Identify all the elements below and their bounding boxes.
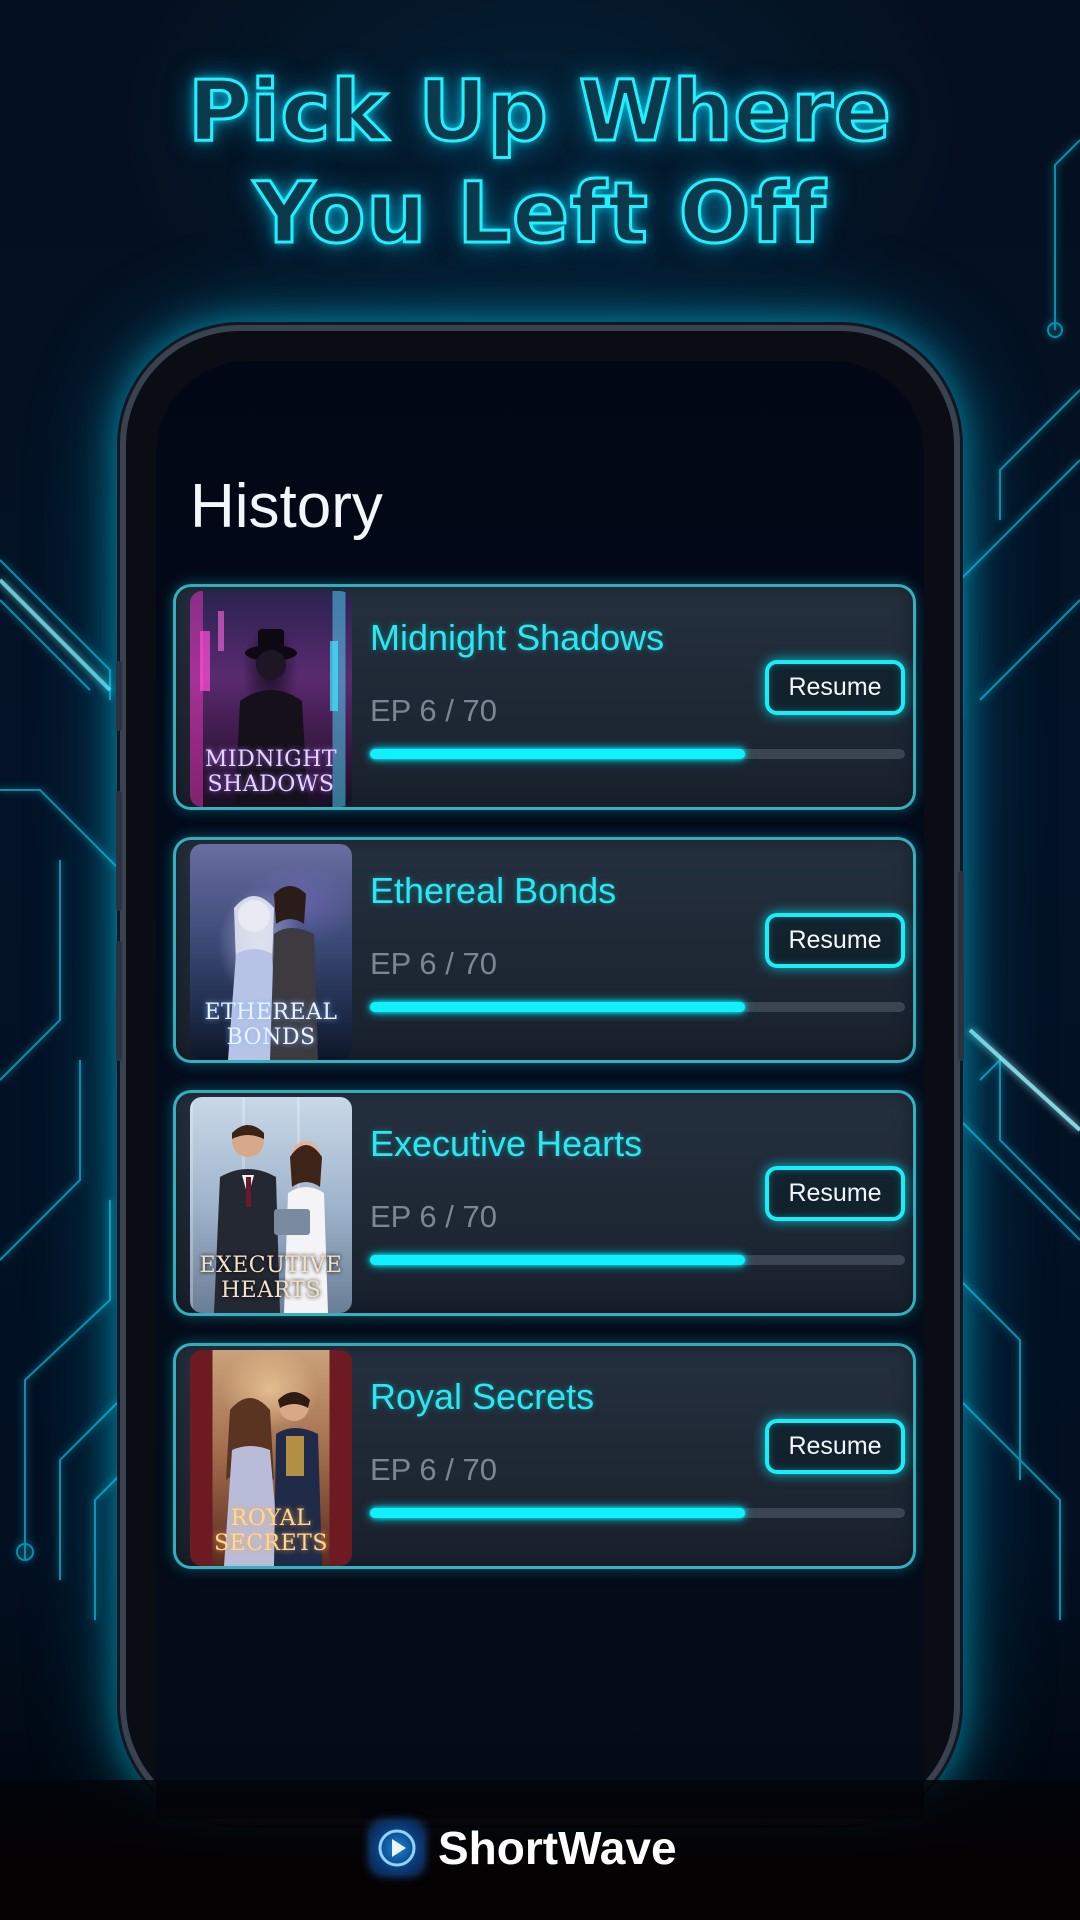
phone-side-button	[116, 661, 122, 731]
resume-button[interactable]: Resume	[765, 1166, 905, 1221]
episode-progress-text: EP 6 / 70	[370, 1199, 497, 1234]
phone-volume-down-button	[116, 941, 122, 1061]
brand-name: ShortWave	[438, 1822, 677, 1874]
cover-title-line-1: MIDNIGHT	[204, 747, 338, 772]
phone-power-button	[958, 871, 964, 1061]
history-item[interactable]: MIDNIGHT SHADOWS Midnight Shadows EP 6 /…	[173, 584, 916, 810]
resume-button[interactable]: Resume	[765, 1419, 905, 1474]
series-title[interactable]: Ethereal Bonds	[370, 870, 616, 912]
progress-bar	[370, 1255, 905, 1265]
episode-progress-text: EP 6 / 70	[370, 693, 497, 728]
series-title[interactable]: Executive Hearts	[370, 1123, 642, 1165]
progress-bar-fill	[370, 1508, 745, 1518]
progress-bar	[370, 749, 905, 759]
cover-title-line-2: HEARTS	[220, 1278, 322, 1303]
history-item[interactable]: EXECUTIVE HEARTS Executive Hearts EP 6 /…	[173, 1090, 916, 1316]
play-wave-logo-icon	[370, 1821, 424, 1875]
cover-image-midnight-shadows[interactable]: MIDNIGHT SHADOWS	[190, 591, 352, 807]
cover-image-ethereal-bonds[interactable]: ETHEREAL BONDS	[190, 844, 352, 1060]
progress-bar	[370, 1508, 905, 1518]
progress-bar	[370, 1002, 905, 1012]
cover-title-line-1: ROYAL	[230, 1506, 312, 1531]
app-screen: History MIDNIGHT SHADOWS Midnight Shadow…	[156, 361, 924, 1819]
episode-progress-text: EP 6 / 70	[370, 946, 497, 981]
history-item[interactable]: ROYAL SECRETS Royal Secrets EP 6 / 70 Re…	[173, 1343, 916, 1569]
resume-button[interactable]: Resume	[765, 913, 905, 968]
cover-image-royal-secrets[interactable]: ROYAL SECRETS	[190, 1350, 352, 1566]
progress-bar-fill	[370, 1255, 745, 1265]
phone-frame: History MIDNIGHT SHADOWS Midnight Shadow…	[116, 325, 964, 1825]
progress-bar-fill	[370, 1002, 745, 1012]
cover-title: ROYAL SECRETS	[190, 1506, 352, 1556]
cover-title-line-1: EXECUTIVE	[199, 1253, 343, 1278]
series-title[interactable]: Midnight Shadows	[370, 617, 664, 659]
headline-line-1: Pick Up Where	[187, 61, 893, 162]
cover-title-line-2: BONDS	[226, 1025, 316, 1050]
series-title[interactable]: Royal Secrets	[370, 1376, 594, 1418]
cover-title-line-2: SHADOWS	[207, 772, 335, 797]
history-item[interactable]: ETHEREAL BONDS Ethereal Bonds EP 6 / 70 …	[173, 837, 916, 1063]
cover-title: ETHEREAL BONDS	[190, 1000, 352, 1050]
brand: ShortWave	[370, 1818, 677, 1878]
cover-title-line-1: ETHEREAL	[204, 1000, 338, 1025]
page-title: History	[190, 472, 383, 541]
headline: Pick Up Where You Left Off	[0, 60, 1080, 264]
cover-title-line-2: SECRETS	[214, 1531, 328, 1556]
phone-volume-up-button	[116, 791, 122, 911]
cover-title: EXECUTIVE HEARTS	[190, 1253, 352, 1303]
cover-image-executive-hearts[interactable]: EXECUTIVE HEARTS	[190, 1097, 352, 1313]
cover-title: MIDNIGHT SHADOWS	[190, 747, 352, 797]
episode-progress-text: EP 6 / 70	[370, 1452, 497, 1487]
headline-line-2: You Left Off	[252, 163, 827, 264]
progress-bar-fill	[370, 749, 745, 759]
resume-button[interactable]: Resume	[765, 660, 905, 715]
